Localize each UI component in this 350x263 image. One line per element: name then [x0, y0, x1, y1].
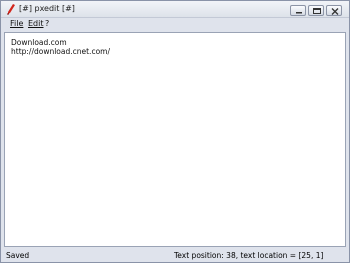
- status-bar: Saved Text position: 38, text location =…: [1, 248, 349, 262]
- text-editor-area[interactable]: Download.com http://download.cnet.com/: [4, 32, 346, 247]
- editor-line-2: http://download.cnet.com/: [11, 47, 110, 56]
- menu-file[interactable]: File: [10, 19, 23, 28]
- menu-help[interactable]: ?: [45, 19, 49, 28]
- minimize-icon: [296, 12, 302, 14]
- pxedit-app-icon: [7, 4, 15, 15]
- editor-line-1: Download.com: [11, 38, 67, 47]
- close-button[interactable]: [326, 5, 342, 16]
- maximize-button[interactable]: [308, 5, 324, 16]
- app-window: [#] pxedit [#] File Edit ? Download.com …: [0, 0, 350, 263]
- minimize-button[interactable]: [290, 5, 306, 16]
- close-icon: [331, 8, 339, 15]
- maximize-icon: [313, 8, 321, 14]
- title-bar[interactable]: [#] pxedit [#]: [1, 1, 349, 18]
- window-title: [#] pxedit [#]: [19, 4, 75, 13]
- menu-edit[interactable]: Edit: [28, 19, 44, 28]
- save-status: Saved: [6, 251, 30, 260]
- cursor-position-status: Text position: 38, text location = [25, …: [174, 251, 324, 260]
- menu-bar: File Edit ?: [1, 18, 349, 31]
